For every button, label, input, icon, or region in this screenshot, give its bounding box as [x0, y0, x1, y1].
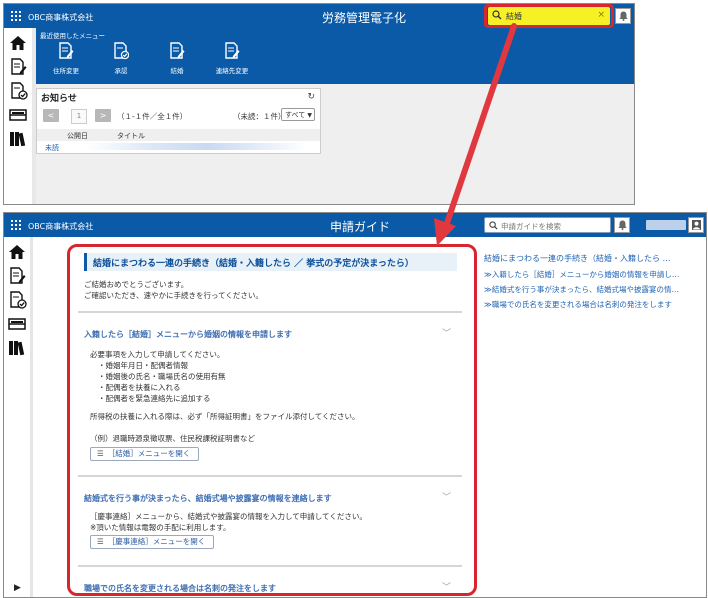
toc-heading[interactable]: 結婚にまつわる一連の手続き（結婚・入籍したら … — [484, 253, 671, 264]
sidebar-toggle[interactable] — [30, 237, 33, 597]
app-title: 申請ガイド — [330, 220, 391, 234]
bottom-window-screenshot: OBC商事株式会社 申請ガイド 申請ガイドを検索 ▶ 結婚にまつわる一連の手続き… — [3, 212, 707, 598]
top-window-screenshot: OBC商事株式会社 労務管理電子化 結婚 × 最近使用したメニュー 住所変更 承… — [3, 3, 635, 205]
notification-button[interactable] — [614, 217, 630, 233]
toc-item-label: 職場での氏名を変更される場合は名刺の発注をします — [491, 300, 672, 309]
bell-icon — [618, 220, 629, 230]
recent-menu-heading: 最近使用したメニュー — [40, 32, 105, 40]
pager-prev-button[interactable]: < — [43, 109, 59, 122]
user-icon — [692, 220, 703, 230]
menu-tile-label: 住所変更 — [53, 67, 79, 75]
toc-item-label: 入籍したら［結婚］メニューから婚姻の情報を申請し… — [491, 270, 680, 279]
notice-title: お知らせ — [41, 94, 77, 104]
notice-row-status[interactable]: 未読 — [45, 143, 59, 153]
document-check-icon — [113, 42, 129, 60]
search-highlight-box — [484, 4, 614, 28]
menu-tile-approval[interactable]: 承認 — [101, 42, 141, 80]
menu-tile-contact-change[interactable]: 連絡先変更 — [212, 42, 252, 80]
notice-row-redacted[interactable] — [87, 143, 307, 150]
toc-item[interactable]: ≫職場での氏名を変更される場合は名刺の発注をします — [484, 299, 672, 310]
notice-panel: お知らせ ↻ < 1 > （１-１件／全１件） （未読：１件） すべて ▼ 公開… — [36, 88, 321, 154]
document-edit-icon — [58, 42, 74, 60]
user-name-redacted[interactable] — [646, 220, 686, 230]
menu-tile-label: 連絡先変更 — [215, 67, 249, 75]
pager-page-number[interactable]: 1 — [71, 109, 87, 124]
pager-range: （１-１件／全１件） — [117, 112, 188, 121]
bottom-app-header: OBC商事株式会社 申請ガイド 申請ガイドを検索 — [4, 213, 706, 237]
toc-item[interactable]: ≫入籍したら［結婚］メニューから婚姻の情報を申請し… — [484, 269, 679, 280]
column-header-title: タイトル — [117, 132, 145, 140]
toc-item[interactable]: ≫結婚式を行う事が決まったら、結婚式場や披露宴の情… — [484, 284, 679, 295]
document-edit-icon — [224, 42, 240, 60]
company-name: OBC商事株式会社 — [28, 222, 94, 231]
app-grid-icon[interactable] — [11, 11, 21, 21]
app-title: 労務管理電子化 — [322, 11, 407, 25]
home-icon[interactable] — [8, 34, 28, 52]
toc-marker-icon: ≫ — [484, 300, 492, 309]
toc-item-label: 結婚式を行う事が決まったら、結婚式場や披露宴の情… — [491, 285, 680, 294]
user-menu-button[interactable] — [688, 217, 704, 233]
document-edit-icon[interactable] — [8, 58, 28, 76]
document-check-icon[interactable] — [8, 82, 28, 100]
guide-search-input[interactable]: 申請ガイドを検索 — [484, 217, 611, 233]
notice-filter-value: すべて — [285, 111, 306, 119]
company-name: OBC商事株式会社 — [28, 13, 94, 22]
column-header-date: 公開日 — [67, 132, 88, 140]
unread-count: （未読：１件） — [233, 112, 286, 121]
recent-menu-band: 最近使用したメニュー 住所変更 承認 結婚 連絡先変更 — [36, 28, 634, 84]
refresh-icon[interactable]: ↻ — [307, 92, 315, 102]
notice-filter-select[interactable]: すべて ▼ — [281, 108, 315, 121]
menu-tile-marriage[interactable]: 結婚 — [157, 42, 197, 80]
search-icon — [489, 221, 498, 230]
bell-icon — [619, 11, 630, 21]
inbox-icon[interactable] — [7, 315, 27, 333]
library-icon[interactable] — [7, 339, 27, 357]
menu-tile-label: 承認 — [114, 67, 128, 75]
document-check-icon[interactable] — [7, 291, 27, 309]
toc-marker-icon: ≫ — [484, 270, 492, 279]
menu-tile-address-change[interactable]: 住所変更 — [46, 42, 86, 80]
app-grid-icon[interactable] — [11, 220, 21, 230]
sidebar-expand-icon[interactable]: ▶ — [14, 583, 21, 593]
library-icon[interactable] — [8, 130, 28, 148]
inbox-icon[interactable] — [8, 106, 28, 124]
document-edit-icon — [169, 42, 185, 60]
document-edit-icon[interactable] — [7, 267, 27, 285]
top-sidebar — [4, 28, 33, 204]
notice-table-header: 公開日 タイトル — [37, 129, 320, 141]
bottom-sidebar: ▶ — [4, 237, 31, 597]
menu-tile-label: 結婚 — [170, 67, 184, 75]
chevron-down-icon: ▼ — [307, 112, 312, 119]
notification-button[interactable] — [615, 8, 631, 24]
guide-highlight-box — [67, 244, 477, 596]
home-icon[interactable] — [7, 243, 27, 261]
search-placeholder: 申請ガイドを検索 — [501, 222, 561, 231]
toc-marker-icon: ≫ — [484, 285, 492, 294]
pager-next-button[interactable]: > — [95, 109, 111, 122]
